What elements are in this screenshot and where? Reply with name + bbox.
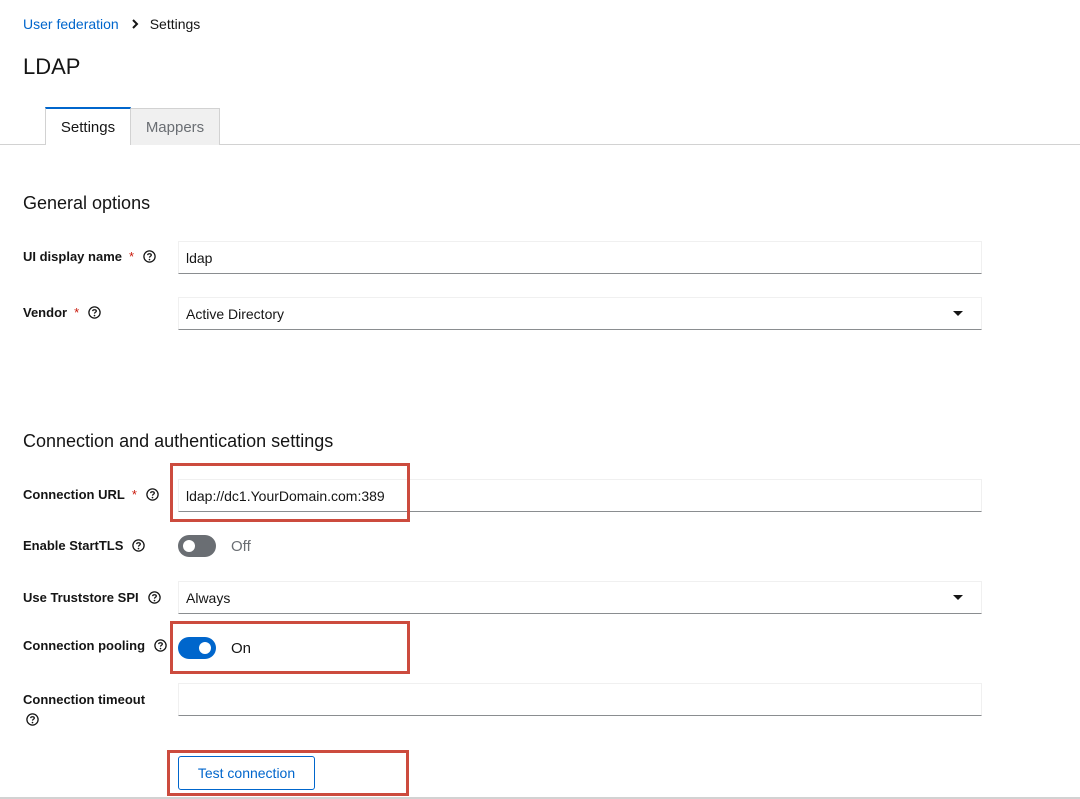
- chevron-right-icon: [131, 19, 139, 29]
- pooling-label-text: Connection pooling: [23, 638, 146, 653]
- timeout-label: Connection timeout: [23, 692, 145, 726]
- pooling-label: Connection pooling: [23, 638, 167, 653]
- question-circle-icon[interactable]: [147, 591, 161, 604]
- section-connection-title: Connection and authentication settings: [23, 431, 334, 451]
- truststore-select[interactable]: Always: [178, 581, 982, 614]
- switch-knob: [183, 540, 195, 552]
- tab-settings[interactable]: Settings: [45, 107, 131, 145]
- ui-display-name-label: UI display name *: [23, 249, 156, 264]
- connection-url-label: Connection URL *: [23, 487, 159, 502]
- switch-knob: [199, 642, 211, 654]
- ui-display-name-input[interactable]: ldap: [178, 241, 982, 274]
- vendor-label-text: Vendor: [23, 305, 68, 320]
- required-asterisk: *: [74, 305, 80, 320]
- breadcrumb-user-federation-link[interactable]: User federation: [23, 16, 119, 32]
- vendor-label: Vendor *: [23, 305, 101, 320]
- breadcrumb: User federation Settings: [23, 16, 200, 32]
- tab-mappers[interactable]: Mappers: [131, 108, 220, 145]
- timeout-label-text: Connection timeout: [23, 692, 146, 707]
- vendor-select[interactable]: Active Directory: [178, 297, 982, 330]
- required-asterisk: *: [131, 487, 137, 502]
- truststore-select-value: Always: [186, 589, 231, 606]
- truststore-label-text: Use Truststore SPI: [23, 590, 139, 605]
- start-tls-label-text: Enable StartTLS: [23, 538, 124, 553]
- start-tls-switch[interactable]: [178, 535, 216, 557]
- start-tls-toggle-row: Off: [178, 535, 251, 557]
- timeout-input[interactable]: [178, 683, 982, 716]
- caret-down-icon: [953, 311, 963, 316]
- pooling-switch[interactable]: [178, 637, 216, 659]
- question-circle-icon[interactable]: [143, 250, 156, 263]
- test-connection-button[interactable]: Test connection: [178, 756, 315, 790]
- vendor-select-value: Active Directory: [186, 305, 285, 322]
- ui-display-name-label-text: UI display name: [23, 249, 122, 264]
- tab-bar: Settings Mappers: [0, 107, 1080, 145]
- caret-down-icon: [953, 595, 963, 600]
- question-circle-icon[interactable]: [26, 713, 39, 726]
- connection-url-input[interactable]: ldap://dc1.YourDomain.com:389: [178, 479, 982, 512]
- question-circle-icon[interactable]: [132, 539, 146, 552]
- question-circle-icon[interactable]: [88, 306, 101, 319]
- start-tls-label: Enable StartTLS: [23, 538, 146, 553]
- required-asterisk: *: [128, 249, 135, 264]
- pooling-state: On: [231, 639, 252, 657]
- truststore-label: Use Truststore SPI: [23, 590, 161, 605]
- pooling-toggle-row: On: [178, 637, 251, 659]
- connection-url-label-text: Connection URL: [23, 487, 125, 502]
- question-circle-icon[interactable]: [154, 639, 167, 652]
- page-title: LDAP: [23, 54, 81, 79]
- section-general-options-title: General options: [23, 193, 151, 213]
- start-tls-state: Off: [231, 537, 251, 555]
- question-circle-icon[interactable]: [146, 488, 159, 501]
- breadcrumb-current: Settings: [149, 16, 201, 32]
